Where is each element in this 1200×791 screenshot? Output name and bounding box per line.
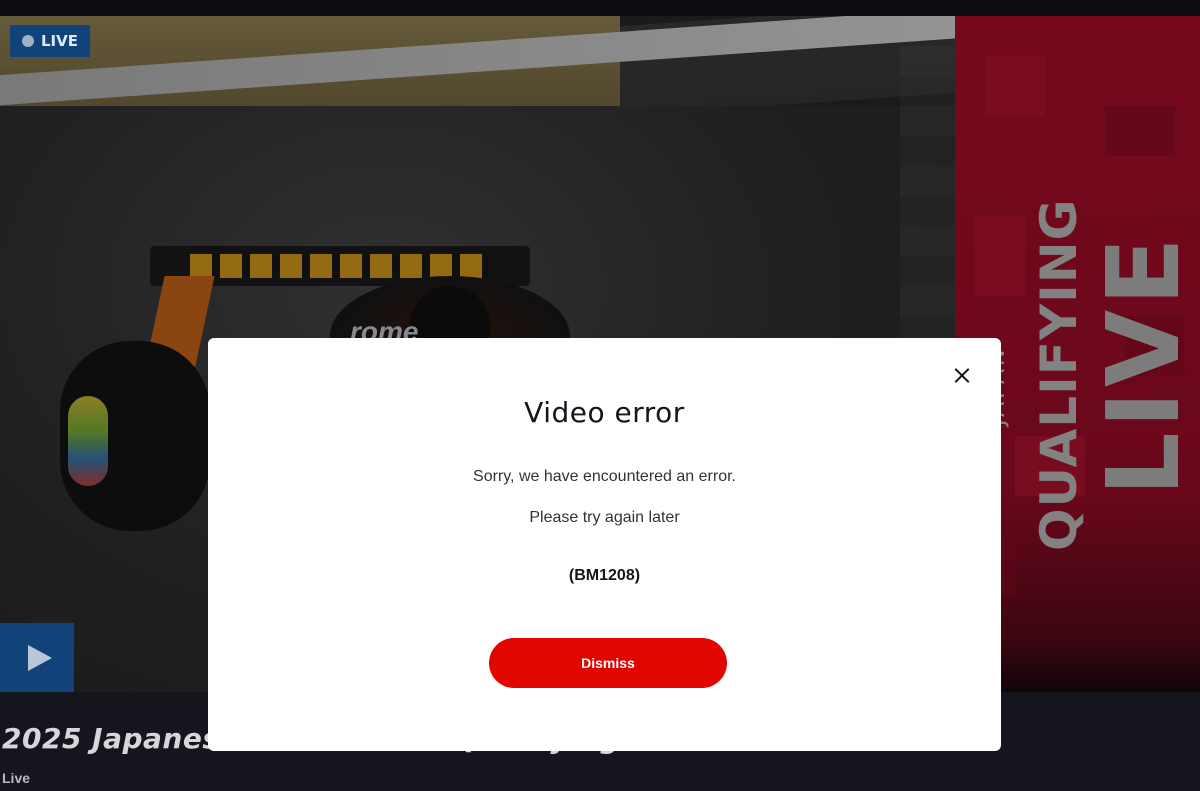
dismiss-button[interactable]: Dismiss (489, 638, 727, 688)
modal-title: Video error (524, 396, 685, 429)
close-icon[interactable] (950, 364, 974, 388)
page: rome JAPAN QUALIFYING LIVE LIVE 2025 Jap… (0, 0, 1200, 791)
error-message: Sorry, we have encountered an error. (473, 468, 736, 485)
error-modal: Video error Sorry, we have encountered a… (208, 338, 1001, 751)
error-code: (BM1208) (568, 567, 641, 584)
live-dot-icon (22, 35, 34, 47)
live-badge: LIVE (10, 25, 90, 57)
live-badge-label: LIVE (41, 32, 78, 50)
play-button[interactable] (0, 623, 74, 692)
top-strip (0, 0, 1200, 16)
event-status: Live (2, 770, 31, 786)
play-icon (28, 645, 52, 671)
retry-message: Please try again later (529, 509, 680, 526)
